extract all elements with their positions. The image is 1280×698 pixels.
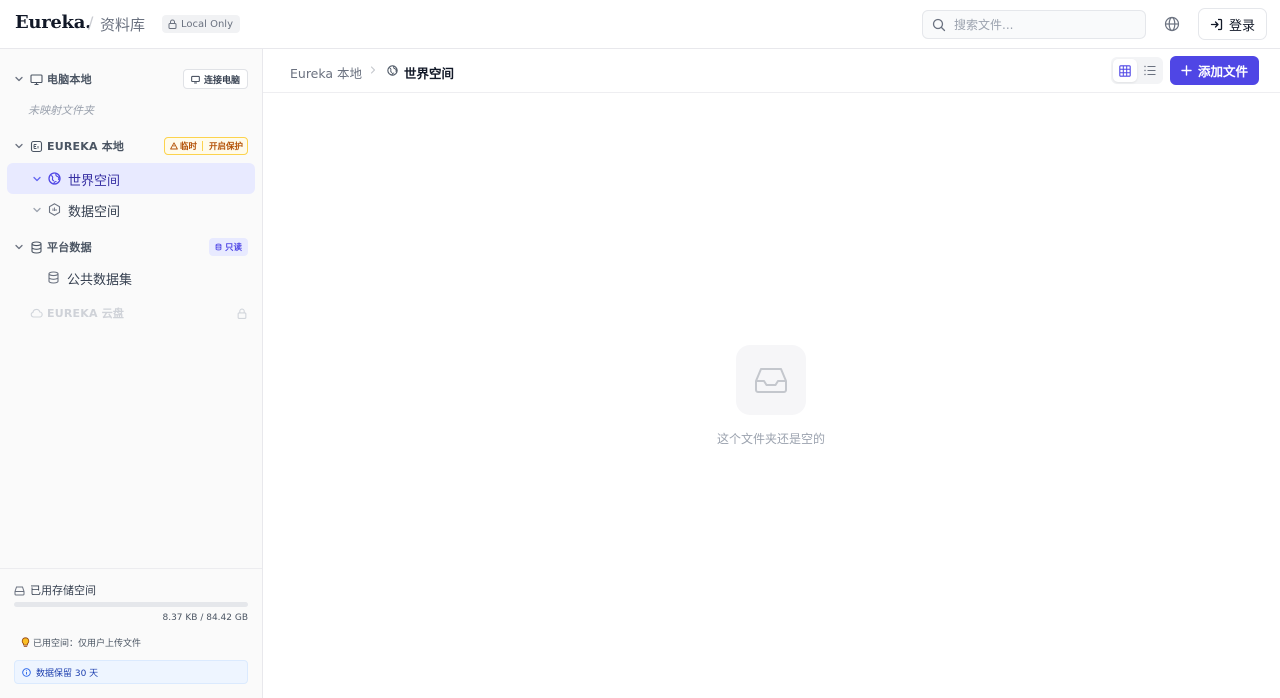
search-input[interactable] [954, 17, 1134, 32]
storage-panel: 已用存储空间 8.37 KB / 84.42 GB 已用空间：仅用户上传文件 数… [0, 568, 262, 698]
unmapped-folder-hint: 未映射文件夹 [28, 104, 94, 117]
folder-item-label: 数据空间 [68, 205, 121, 220]
empty-state-message: 这个文件夹还是空的 [716, 432, 825, 446]
chevron-right-icon [370, 66, 376, 74]
read-only-badge: 只读 [209, 238, 248, 256]
language-button[interactable] [1162, 14, 1182, 34]
add-file-label: 添加文件 [1197, 64, 1248, 79]
login-icon [1210, 18, 1223, 30]
app-logo[interactable]: Eureka. [15, 12, 91, 33]
empty-state-illustration [736, 345, 806, 415]
enable-protection-link[interactable]: 开启保护 [203, 140, 243, 152]
section-label: EUREKA 本地 [47, 140, 125, 153]
grid-view-button[interactable] [1113, 59, 1137, 82]
grid-icon [1119, 64, 1131, 77]
hexagon-icon [48, 203, 61, 216]
section-label: 平台数据 [47, 241, 92, 254]
database-icon [31, 241, 42, 254]
section-label: 电脑本地 [47, 73, 92, 86]
storage-title-label: 已用存储空间 [30, 584, 96, 597]
login-button[interactable]: 登录 [1198, 8, 1267, 40]
warning-icon [170, 142, 178, 150]
lock-icon [168, 19, 177, 29]
local-only-label: Local Only [181, 18, 234, 30]
storage-hint: 已用空间：仅用户上传文件 [21, 636, 141, 649]
chevron-down-icon[interactable] [32, 205, 42, 215]
temporary-storage-badge[interactable]: 临时 开启保护 [164, 137, 248, 155]
search-icon [932, 18, 946, 31]
content-toolbar: Eureka 本地 世界空间 添加文件 [263, 49, 1280, 93]
globe-icon [1164, 16, 1180, 32]
folder-item-label: 世界空间 [68, 174, 121, 189]
section-label: EUREKA 云盘 [47, 307, 125, 320]
retention-notice: 数据保留 30 天 [14, 660, 248, 684]
connect-computer-label: 连接电脑 [203, 75, 240, 86]
folder-item-label: 公共数据集 [67, 273, 133, 288]
storage-progress-bar [14, 602, 248, 607]
monitor-icon [191, 75, 200, 83]
app-header: Eureka. / 资料库 Local Only 登录 [0, 0, 1280, 49]
retention-label: 数据保留 30 天 [36, 668, 99, 679]
list-icon [1144, 65, 1156, 76]
chevron-down-icon[interactable] [32, 174, 42, 184]
monitor-icon [30, 74, 43, 86]
list-view-button[interactable] [1138, 59, 1162, 82]
search-box[interactable] [922, 10, 1146, 39]
chevron-down-icon[interactable] [14, 74, 24, 84]
page-title: 资料库 [100, 16, 146, 34]
breadcrumb-current: 世界空间 [404, 66, 455, 81]
chevron-down-icon[interactable] [14, 242, 24, 252]
sidebar: 电脑本地 连接电脑 未映射文件夹 EUREKA 本地 临时 开启保护 世界空间 … [0, 49, 263, 698]
info-icon [22, 667, 31, 677]
inbox-icon [755, 368, 787, 393]
cloud-icon [30, 308, 43, 318]
login-label: 登录 [1228, 18, 1255, 34]
lock-icon [237, 308, 247, 319]
folder-item-world-space[interactable]: 世界空间 [7, 163, 255, 194]
storage-title: 已用存储空间 [14, 582, 96, 598]
database-icon [48, 271, 59, 284]
eureka-box-icon [30, 140, 43, 153]
read-only-label: 只读 [224, 243, 242, 253]
title-separator: / [88, 13, 94, 32]
add-file-button[interactable]: 添加文件 [1170, 56, 1259, 85]
chevron-down-icon[interactable] [14, 141, 24, 151]
folder-item-data-space[interactable]: 数据空间 [7, 194, 255, 225]
breadcrumb-root[interactable]: Eureka 本地 [290, 63, 362, 82]
local-only-badge: Local Only [162, 15, 241, 33]
main-content: Eureka 本地 世界空间 添加文件 这个文件夹还是空的 [263, 49, 1280, 698]
globe-icon [387, 65, 398, 76]
lightbulb-icon [21, 637, 30, 647]
database-icon [215, 243, 222, 251]
view-toggle [1111, 57, 1163, 84]
section-eureka-cloud: EUREKA 云盘 [0, 301, 263, 325]
globe-icon [48, 172, 61, 185]
temporary-label: 临时 [180, 142, 198, 152]
storage-amount: 8.37 KB / 84.42 GB [162, 613, 248, 623]
hard-drive-icon [14, 586, 25, 595]
folder-item-public-datasets[interactable]: 公共数据集 [7, 262, 255, 293]
temporary-indicator: 临时 [165, 141, 204, 152]
connect-computer-button[interactable]: 连接电脑 [183, 69, 248, 89]
storage-hint-label: 已用空间：仅用户上传文件 [33, 639, 142, 649]
plus-icon [1181, 65, 1192, 76]
